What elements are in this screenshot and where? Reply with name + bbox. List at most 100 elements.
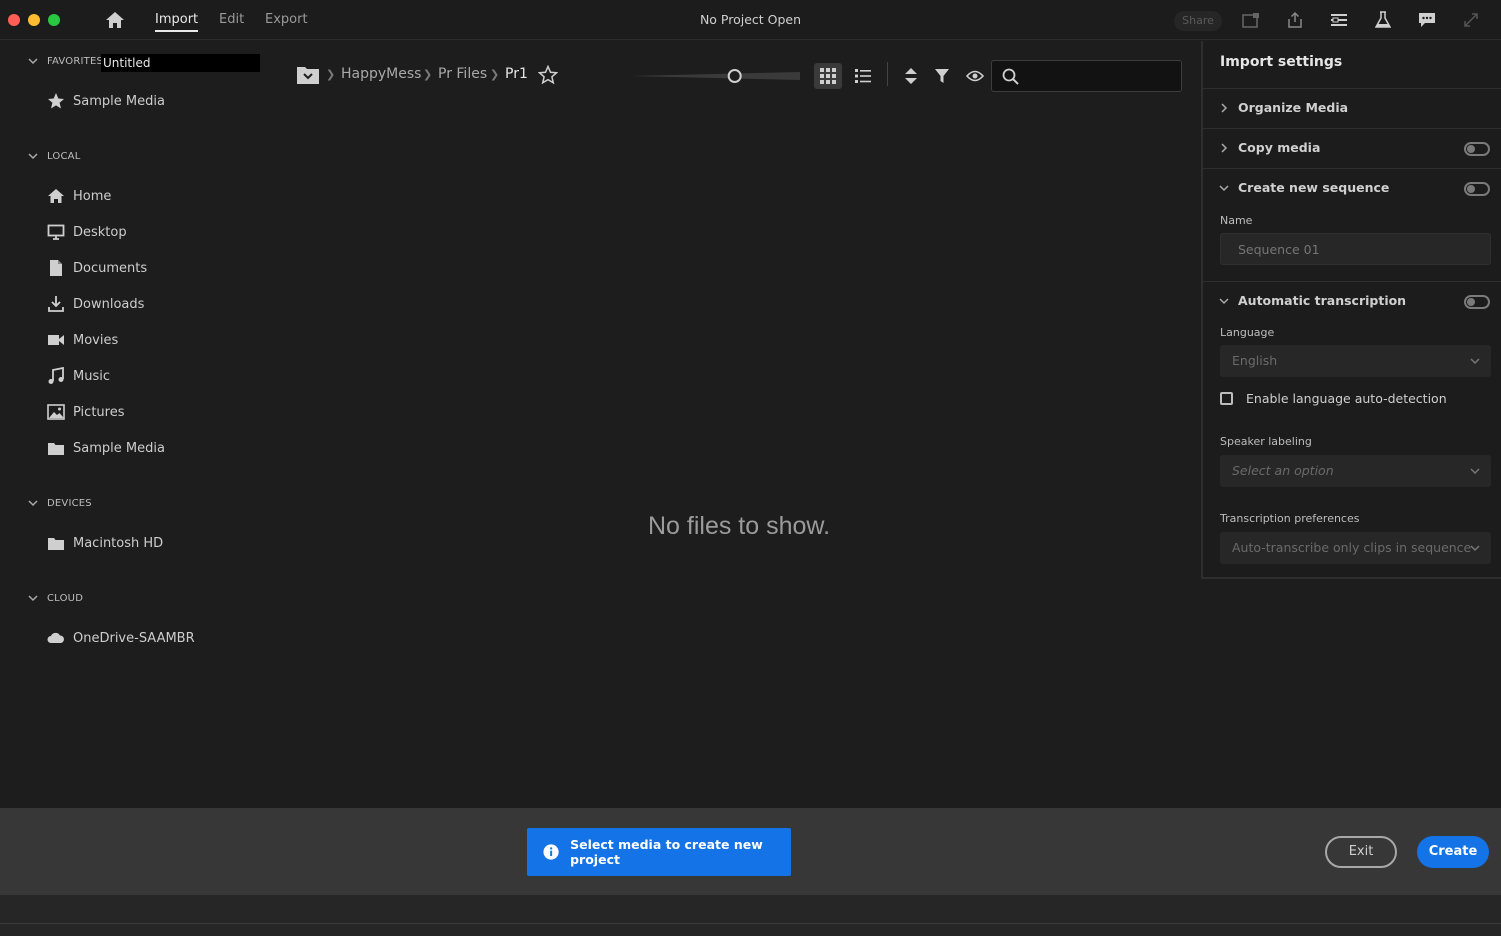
create-sequence-label: Create new sequence <box>1238 180 1390 195</box>
tab-edit[interactable]: Edit <box>219 12 244 32</box>
transcription-preferences-label: Transcription preferences <box>1220 512 1360 525</box>
sidebar-item-documents[interactable]: Documents <box>47 256 147 280</box>
folder-menu-icon[interactable] <box>296 64 320 86</box>
empty-state-message: No files to show. <box>647 512 831 540</box>
document-icon <box>47 259 65 277</box>
export-icon[interactable] <box>1284 10 1306 30</box>
slider-thumb[interactable] <box>727 69 742 83</box>
cloud-label: CLOUD <box>47 592 84 604</box>
sidebar-item-music[interactable]: Music <box>47 364 110 388</box>
checkbox-box[interactable] <box>1220 392 1233 405</box>
sidebar-item-home[interactable]: Home <box>47 184 111 208</box>
copy-media-label: Copy media <box>1238 140 1321 155</box>
organize-media-row[interactable]: Organize Media <box>1203 88 1501 128</box>
feedback-icon[interactable] <box>1416 10 1438 30</box>
fullscreen-icon[interactable] <box>1460 10 1482 30</box>
chevron-down-icon <box>1470 545 1480 552</box>
sidebar-item-label: Macintosh HD <box>73 535 164 551</box>
exit-button[interactable]: Exit <box>1325 836 1397 868</box>
language-auto-detect-checkbox[interactable]: Enable language auto-detection <box>1220 391 1447 406</box>
music-note-icon <box>47 367 65 385</box>
chevron-down-icon <box>1470 468 1480 475</box>
sidebar-item-movies[interactable]: Movies <box>47 328 118 352</box>
title-bar: Import Edit Export No Project Open Share <box>0 0 1501 40</box>
cloud-section-header[interactable]: CLOUD <box>27 592 83 604</box>
chevron-right-icon: ❯ <box>326 68 336 81</box>
sidebar-item-local-sample-media[interactable]: Sample Media <box>47 436 165 460</box>
list-view-icon[interactable] <box>849 63 877 89</box>
create-sequence-toggle[interactable] <box>1464 182 1490 196</box>
tab-import[interactable]: Import <box>155 12 199 32</box>
import-settings-panel: Import settings Organize Media Copy medi… <box>1201 41 1501 579</box>
copy-media-toggle[interactable] <box>1464 142 1490 156</box>
quick-export-icon[interactable] <box>1240 10 1262 30</box>
chevron-down-icon <box>28 500 38 507</box>
favorites-section-header[interactable]: FAVORITES <box>27 55 103 67</box>
sequence-name-field[interactable] <box>1220 233 1491 265</box>
filter-icon[interactable] <box>928 63 956 89</box>
info-icon <box>543 844 559 860</box>
search-input[interactable] <box>1024 61 1179 91</box>
sort-icon[interactable] <box>897 63 925 89</box>
sidebar: FAVORITES Sample Media LOCAL Home Deskto… <box>0 41 275 808</box>
grid-view-icon[interactable] <box>814 63 842 89</box>
tab-export[interactable]: Export <box>265 12 308 32</box>
language-select[interactable]: English <box>1220 345 1491 377</box>
transcription-preferences-select[interactable]: Auto-transcribe only clips in sequence <box>1220 532 1491 564</box>
star-icon <box>47 92 65 110</box>
sidebar-item-label: OneDrive-SAAMBR <box>73 630 195 646</box>
sidebar-item-label: Sample Media <box>73 93 165 109</box>
add-favorite-star-icon[interactable] <box>537 64 559 85</box>
speaker-labeling-select[interactable]: Select an option <box>1220 455 1491 487</box>
house-icon <box>47 187 65 205</box>
download-icon <box>47 295 65 313</box>
breadcrumb-pr1[interactable]: Pr1 <box>505 66 528 82</box>
workspaces-icon[interactable] <box>1328 10 1350 30</box>
video-camera-icon <box>47 331 65 349</box>
local-label: LOCAL <box>47 150 81 162</box>
zoom-window-button[interactable] <box>48 14 60 26</box>
automatic-transcription-toggle[interactable] <box>1464 295 1490 309</box>
search-field[interactable] <box>991 60 1182 92</box>
minimize-window-button[interactable] <box>28 14 40 26</box>
chevron-right-icon: ❯ <box>423 68 433 81</box>
chevron-down-icon <box>28 58 38 65</box>
home-icon[interactable] <box>104 10 126 30</box>
automatic-transcription-label: Automatic transcription <box>1238 293 1407 308</box>
thumbnail-size-slider[interactable] <box>632 68 800 83</box>
sidebar-item-downloads[interactable]: Downloads <box>47 292 144 316</box>
image-icon <box>47 403 65 421</box>
sidebar-item-macintosh-hd[interactable]: Macintosh HD <box>47 531 163 555</box>
sequence-name-label: Name <box>1220 214 1253 227</box>
favorite-rename-field[interactable] <box>101 54 260 72</box>
sidebar-item-label: Sample Media <box>73 440 165 456</box>
close-window-button[interactable] <box>8 14 20 26</box>
devices-section-header[interactable]: DEVICES <box>27 497 92 509</box>
beta-flask-icon[interactable] <box>1372 10 1394 30</box>
language-value: English <box>1232 353 1278 368</box>
organize-media-label: Organize Media <box>1238 100 1349 115</box>
sidebar-item-desktop[interactable]: Desktop <box>47 220 127 244</box>
share-button[interactable]: Share <box>1174 11 1222 31</box>
speaker-labeling-placeholder: Select an option <box>1232 463 1334 478</box>
sidebar-item-pictures[interactable]: Pictures <box>47 400 124 424</box>
notice-text: Select media to create new project <box>570 837 763 867</box>
eye-icon[interactable] <box>961 63 989 89</box>
chevron-down-icon[interactable] <box>1218 182 1230 194</box>
search-icon <box>1002 68 1019 89</box>
toolbar-divider <box>887 62 888 86</box>
breadcrumb-happymess[interactable]: HappyMess <box>341 66 421 82</box>
copy-media-row[interactable]: Copy media <box>1203 128 1501 168</box>
create-button[interactable]: Create <box>1417 836 1489 868</box>
chevron-down-icon[interactable] <box>1218 295 1230 307</box>
breadcrumb-pr-files[interactable]: Pr Files <box>438 66 487 82</box>
chevron-right-icon <box>1221 143 1228 153</box>
chevron-down-icon <box>1470 358 1480 365</box>
local-section-header[interactable]: LOCAL <box>27 150 80 162</box>
sidebar-item-onedrive[interactable]: OneDrive-SAAMBR <box>47 626 195 650</box>
monitor-icon <box>47 223 65 241</box>
sidebar-item-label: Downloads <box>73 296 145 312</box>
transcription-preferences-value: Auto-transcribe only clips in sequence <box>1232 540 1472 555</box>
sidebar-item-favorite-sample-media[interactable]: Sample Media <box>47 89 165 113</box>
sidebar-item-label: Music <box>73 368 110 384</box>
